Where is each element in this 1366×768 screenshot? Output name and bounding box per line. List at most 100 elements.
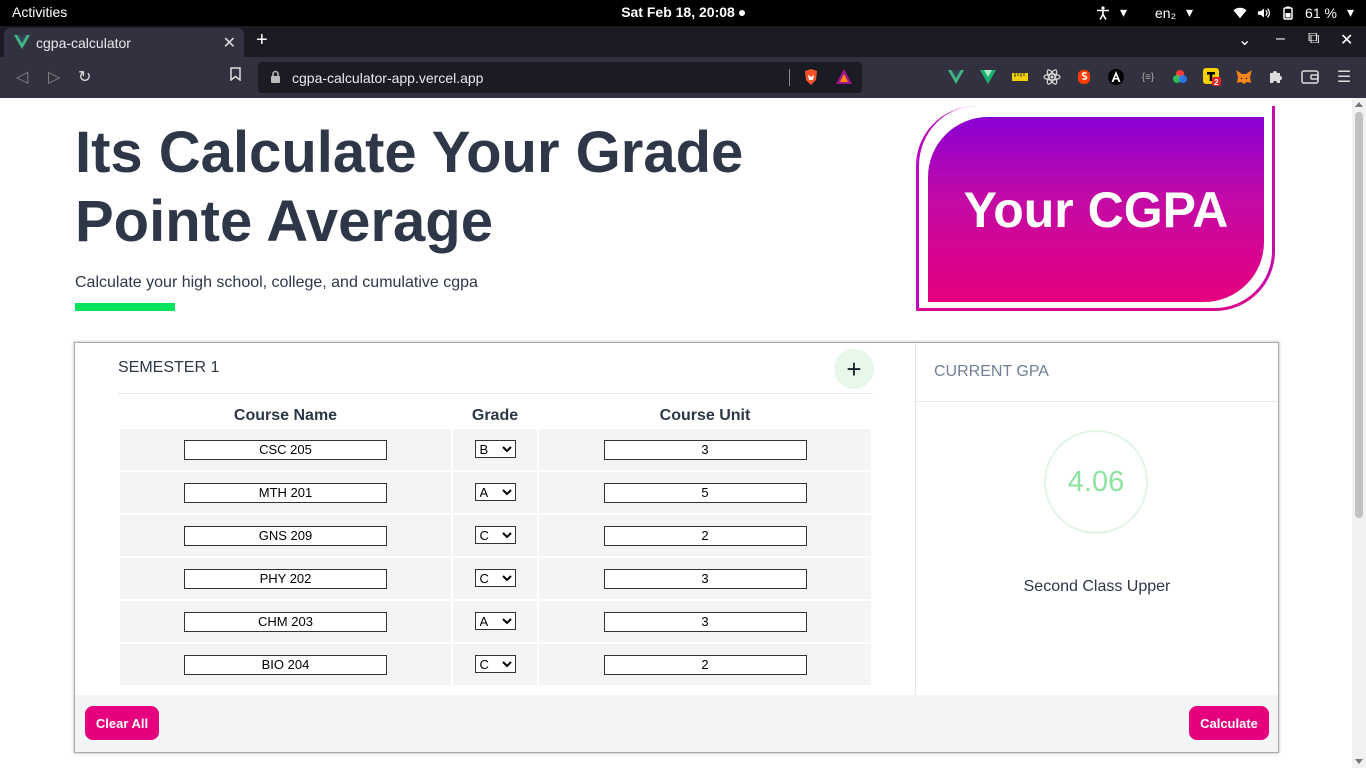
browser-toolbar: ◁ ▷ ↻ cgpa-calculator-app.vercel.app {≡} [0,57,1366,98]
course-unit-input[interactable] [603,525,807,546]
grade-select[interactable]: C [474,569,516,587]
cgpa-card: Your CGPA [928,117,1264,302]
tab-strip: cgpa-calculator ✕ + ⌄ ‒ ⧉ ✕ [0,26,1366,57]
menu-icon[interactable]: ☰ [1335,68,1353,86]
accessibility-icon[interactable] [1096,5,1110,20]
system-tray[interactable]: ▾ en₂ ▾ 61 % ▾ [1096,4,1354,21]
grade-cell: B [453,429,537,470]
course-unit-input[interactable] [603,439,807,460]
metamask-icon[interactable] [1235,68,1253,86]
svelte-devtools-icon[interactable] [1075,68,1093,86]
notification-dot-icon [738,10,745,17]
course-unit-cell [539,515,871,556]
table-row: C [120,558,871,599]
gpa-divider [916,401,1278,402]
clock-text: Sat Feb 18, 20:08 [621,4,735,20]
react-devtools-icon[interactable] [1043,68,1061,86]
chevron-down-icon[interactable]: ▾ [1347,4,1354,21]
battery-icon[interactable] [1281,6,1295,20]
course-unit-input[interactable] [603,482,807,503]
page-subtitle: Calculate your high school, college, and… [75,274,478,291]
gpa-value-circle: 4.06 [1044,430,1148,534]
course-unit-cell [539,601,871,642]
scrollbar-thumb[interactable] [1355,112,1363,518]
grade-select[interactable]: C [474,655,516,673]
grade-cell: C [453,644,537,685]
vue-devtools-icon[interactable] [947,68,965,86]
address-bar[interactable]: cgpa-calculator-app.vercel.app [258,62,862,93]
course-name-cell [120,515,451,556]
grade-select[interactable]: B [474,440,516,458]
url-text: cgpa-calculator-app.vercel.app [292,70,484,86]
brave-shields-icon[interactable] [803,68,819,89]
grade-select[interactable]: A [474,483,516,501]
grade-select[interactable]: A [474,612,516,630]
gpa-value: 4.06 [1067,465,1125,498]
page-scrollbar[interactable] [1352,98,1366,768]
table-row: B [120,429,871,470]
column-header-course-name: Course Name [233,407,338,424]
course-unit-input[interactable] [603,654,807,675]
back-icon[interactable]: ◁ [16,67,28,87]
bookmark-icon[interactable] [230,67,241,86]
activities-button[interactable]: Activities [12,4,67,20]
course-unit-input[interactable] [603,568,807,589]
course-unit-cell [539,558,871,599]
course-unit-input[interactable] [603,611,807,632]
close-window-icon[interactable]: ✕ [1340,30,1353,50]
angular-devtools-icon[interactable] [1107,68,1125,86]
wallet-icon[interactable] [1301,68,1319,86]
page-title: Its Calculate Your Grade Pointe Average [75,120,744,254]
minimize-icon[interactable]: ‒ [1276,30,1285,48]
calculate-button[interactable]: Calculate [1189,706,1269,740]
new-tab-button[interactable]: + [256,29,268,52]
chevron-down-icon[interactable]: ▾ [1186,4,1193,21]
url-separator [789,69,790,86]
battery-level: 61 % [1305,4,1337,21]
scroll-down-icon[interactable] [1355,759,1363,764]
ruler-icon[interactable] [1011,68,1029,86]
scroll-up-icon[interactable] [1355,102,1363,107]
column-header-course-unit: Course Unit [659,407,751,424]
forward-icon[interactable]: ▷ [48,67,60,87]
course-table: Course Name Grade Course Unit B A C C A C [118,403,873,687]
grade-cell: C [453,558,537,599]
add-course-button[interactable]: + [834,349,874,389]
course-name-input[interactable] [184,439,387,460]
gpa-pane: CURRENT GPA 4.06 Second Class Upper [915,343,1278,695]
puzzle-icon[interactable] [1267,68,1285,86]
course-name-cell [120,601,451,642]
course-unit-cell [539,429,871,470]
chevron-down-icon[interactable]: ▾ [1120,4,1127,21]
course-rows: B A C C A C [120,429,871,685]
clear-all-button[interactable]: Clear All [85,706,159,740]
gpa-class: Second Class Upper [1023,578,1171,595]
course-name-input[interactable] [184,482,387,503]
course-name-input[interactable] [184,568,387,589]
tab-cgpa-calculator[interactable]: cgpa-calculator ✕ [4,28,244,57]
column-header-grade: Grade [471,407,519,424]
maximize-icon[interactable]: ⧉ [1308,30,1319,48]
page-content: Its Calculate Your Grade Pointe Average … [0,98,1366,768]
lock-icon[interactable] [270,70,281,87]
close-tab-icon[interactable]: ✕ [223,33,236,53]
reload-icon[interactable]: ↻ [78,67,91,87]
vuetify-icon[interactable] [979,68,997,86]
table-row: A [120,472,871,513]
course-name-input[interactable] [184,525,387,546]
volume-icon[interactable] [1257,6,1271,20]
wifi-icon[interactable] [1233,6,1247,20]
grade-select[interactable]: C [474,526,516,544]
clock[interactable]: Sat Feb 18, 20:08 [621,4,745,20]
brave-rewards-icon[interactable] [835,68,853,89]
keyboard-layout[interactable]: en₂ [1155,5,1176,21]
tab-list-chevron-icon[interactable]: ⌄ [1238,30,1251,50]
course-unit-cell [539,644,871,685]
course-name-input[interactable] [184,611,387,632]
grade-cell: A [453,472,537,513]
json-icon[interactable]: {≡} [1139,68,1157,86]
course-name-input[interactable] [184,654,387,675]
calculator-panel: SEMESTER 1 + Course Name Grade Course Un… [74,342,1279,753]
course-name-cell [120,644,451,685]
color-picker-icon[interactable] [1171,68,1189,86]
